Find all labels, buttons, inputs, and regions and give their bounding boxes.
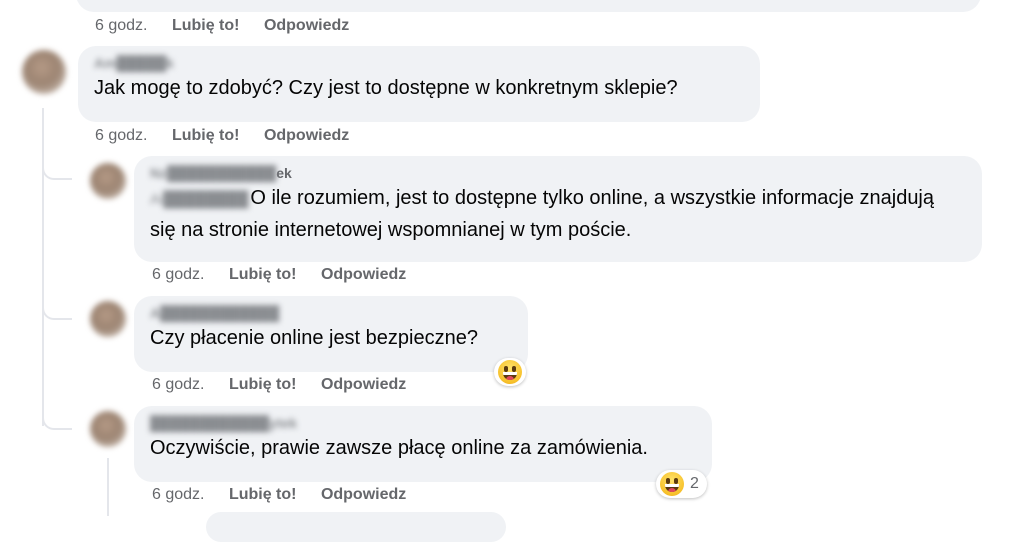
like-button[interactable]: Lubię to! xyxy=(229,376,297,393)
comment-time[interactable]: 6 godz. xyxy=(95,17,147,34)
comment-author[interactable]: ████████████ytek xyxy=(150,414,297,432)
reply-button[interactable]: Odpowiedz xyxy=(321,486,406,503)
comment-author[interactable]: Am█████k xyxy=(94,54,174,72)
reaction-badge[interactable]: 2 xyxy=(656,470,707,498)
avatar[interactable] xyxy=(90,163,126,199)
comment-author[interactable]: A████████████ xyxy=(150,304,279,322)
reply-button[interactable]: Odpowiedz xyxy=(321,376,406,393)
comment-actions: 6 godz. Lubię to! Odpowiedz xyxy=(95,17,369,35)
comment-time[interactable]: 6 godz. xyxy=(95,127,147,144)
avatar[interactable] xyxy=(90,301,126,337)
mention-link[interactable]: Ai████████ xyxy=(150,185,248,215)
comment-actions: 6 godz. Lubię to! Odpowiedz xyxy=(152,486,426,504)
comment-bubble: ████████████ytek Oczywiście, prawie zaws… xyxy=(134,406,712,482)
comment-bubble: A████████████ Czy płacenie online jest b… xyxy=(134,296,528,372)
previous-comment-bubble xyxy=(76,0,981,12)
reaction-badge[interactable] xyxy=(494,358,526,386)
like-button[interactable]: Lubię to! xyxy=(172,17,240,34)
reply-button[interactable]: Odpowiedz xyxy=(264,17,349,34)
reply-button[interactable]: Odpowiedz xyxy=(321,266,406,283)
comment-author[interactable]: Nz███████████ek xyxy=(150,164,292,182)
laughing-emoji-icon xyxy=(498,360,522,384)
comment-text: Jak mogę to zdobyć? Czy jest to dostępne… xyxy=(94,77,678,99)
avatar[interactable] xyxy=(22,50,66,94)
comment-text: Czy płacenie online jest bezpieczne? xyxy=(150,327,478,349)
laughing-emoji-icon xyxy=(660,472,684,496)
comment-actions: 6 godz. Lubię to! Odpowiedz xyxy=(152,266,426,284)
comment-text: Ai████████ O ile rozumiem, jest to dostęp… xyxy=(150,185,935,241)
comment-time[interactable]: 6 godz. xyxy=(152,266,204,283)
avatar[interactable] xyxy=(90,411,126,447)
next-comment-bubble xyxy=(206,512,506,542)
thread-connector xyxy=(42,410,72,430)
reply-button[interactable]: Odpowiedz xyxy=(264,127,349,144)
comment-bubble: Nz███████████ek Ai████████ O ile rozumiem… xyxy=(134,156,982,262)
comment-time[interactable]: 6 godz. xyxy=(152,376,204,393)
comment-time[interactable]: 6 godz. xyxy=(152,486,204,503)
comment-text: Oczywiście, prawie zawsze płacę online z… xyxy=(150,437,648,459)
reaction-count: 2 xyxy=(690,475,699,492)
thread-connector xyxy=(42,300,72,320)
like-button[interactable]: Lubię to! xyxy=(172,127,240,144)
like-button[interactable]: Lubię to! xyxy=(229,266,297,283)
comment-actions: 6 godz. Lubię to! Odpowiedz xyxy=(95,127,369,145)
thread-line-main xyxy=(42,108,44,426)
thread-line-reply xyxy=(107,458,109,516)
comment-bubble: Am█████k Jak mogę to zdobyć? Czy jest to… xyxy=(78,46,760,122)
thread-connector xyxy=(42,160,72,180)
comment-actions: 6 godz. Lubię to! Odpowiedz xyxy=(152,376,426,394)
like-button[interactable]: Lubię to! xyxy=(229,486,297,503)
